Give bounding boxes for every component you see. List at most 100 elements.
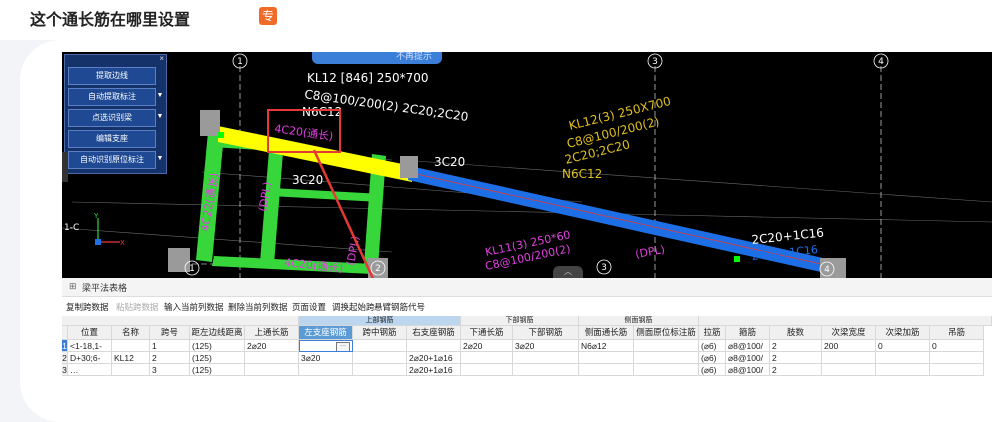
cell-side[interactable] xyxy=(579,352,634,364)
cell-left-support[interactable] xyxy=(299,364,353,376)
column-header[interactable]: 侧面原位标注筋 xyxy=(634,326,699,340)
column-header[interactable]: 上通长筋 xyxy=(245,326,299,340)
chevron-down-icon[interactable]: ▼ xyxy=(155,151,165,167)
cell-tie[interactable]: (⌀6) xyxy=(699,352,726,364)
cell-hanger[interactable] xyxy=(930,352,984,364)
copy-span-button[interactable]: 复制跨数据 xyxy=(66,301,109,313)
column-header[interactable]: 位置 xyxy=(68,326,112,340)
cell-side-orig[interactable] xyxy=(634,340,699,352)
cell-mid-span[interactable] xyxy=(353,340,407,352)
edit-support-button[interactable]: 编辑支座 xyxy=(68,130,156,148)
cell-name[interactable] xyxy=(112,364,150,376)
cell-position[interactable]: D+30;6- xyxy=(68,352,112,364)
column-header[interactable]: 次梁加筋 xyxy=(876,326,930,340)
group-header-side-rebar: 侧面钢筋 xyxy=(579,316,699,326)
cell-stirrup[interactable]: ⌀8@100/ xyxy=(726,352,770,364)
cell-position[interactable]: … xyxy=(68,364,112,376)
cell-bottom[interactable] xyxy=(513,364,579,376)
collapse-tab[interactable]: ︿ xyxy=(553,266,583,278)
screenshot-app: 1 3 4 1 2 3 4 1-C Y X KL12 [846] 250*700… xyxy=(62,52,992,422)
cell-tie[interactable]: (⌀6) xyxy=(699,364,726,376)
cell-bottom-continuous[interactable] xyxy=(461,364,513,376)
swap-start-span-button[interactable]: 调换起始跨 xyxy=(332,301,375,313)
cell-distance[interactable]: (125) xyxy=(190,352,245,364)
cell-hanger[interactable] xyxy=(930,364,984,376)
cell-bottom-continuous[interactable] xyxy=(461,352,513,364)
cell-distance[interactable]: (125) xyxy=(190,364,245,376)
cantilever-code-button[interactable]: 悬臂钢筋代号 xyxy=(374,301,425,313)
cell-right-support[interactable]: 2⌀20+1⌀16 xyxy=(407,352,461,364)
cell-span[interactable]: 3 xyxy=(150,364,190,376)
chevron-down-icon[interactable]: ▼ xyxy=(155,88,165,104)
cell-span[interactable]: 2 xyxy=(150,352,190,364)
pick-beam-button[interactable]: 点选识别梁 xyxy=(68,109,156,127)
cell-secondary-width[interactable] xyxy=(822,364,876,376)
auto-extract-label-button[interactable]: 自动提取标注 xyxy=(68,88,156,106)
cell-span[interactable]: 1 xyxy=(150,340,190,352)
cell-stirrup[interactable]: ⌀8@100/ xyxy=(726,340,770,352)
cell-legs[interactable]: 2 xyxy=(770,352,822,364)
cell-bottom[interactable]: 3⌀20 xyxy=(513,340,579,352)
cell-side-orig[interactable] xyxy=(634,364,699,376)
axis-label: 4 xyxy=(878,57,884,67)
axis-label: 1 xyxy=(237,57,243,67)
cell-bottom[interactable] xyxy=(513,352,579,364)
cell-distance[interactable]: (125) xyxy=(190,340,245,352)
column-header[interactable]: 次梁宽度 xyxy=(822,326,876,340)
column-header[interactable]: 侧面通长筋 xyxy=(579,326,634,340)
cell-mid-span[interactable] xyxy=(353,352,407,364)
column-header[interactable]: 拉筋 xyxy=(699,326,726,340)
cell-hanger[interactable]: 0 xyxy=(930,340,984,352)
cell-legs[interactable]: 2 xyxy=(770,340,822,352)
cad-viewport[interactable]: 1 3 4 1 2 3 4 1-C Y X KL12 [846] 250*700… xyxy=(62,52,992,278)
cell-secondary-width[interactable] xyxy=(822,352,876,364)
page-setup-button[interactable]: 页面设置 xyxy=(292,301,326,313)
cell-stirrup[interactable]: ⌀8@100/ xyxy=(726,364,770,376)
column-header[interactable]: 肢数 xyxy=(770,326,822,340)
cell-side-orig[interactable] xyxy=(634,352,699,364)
column-header[interactable]: 下部钢筋 xyxy=(513,326,579,340)
notice-banner[interactable]: 不再提示 xyxy=(312,52,442,64)
cell-position[interactable]: <1-18,1- xyxy=(68,340,112,352)
cell-secondary-width[interactable]: 200 xyxy=(822,340,876,352)
cell-left-support-editing[interactable]: ··· xyxy=(299,340,353,352)
paste-span-button[interactable]: 粘贴跨数据 xyxy=(116,301,159,313)
cell-name[interactable]: KL12 xyxy=(112,352,150,364)
cell-side[interactable]: N6⌀12 xyxy=(579,340,634,352)
cell-mid-span[interactable] xyxy=(353,364,407,376)
cell-top-continuous[interactable] xyxy=(245,352,299,364)
column-header[interactable]: 右支座钢筋 xyxy=(407,326,461,340)
delete-column-button[interactable]: 删除当前列数据 xyxy=(228,301,288,313)
cell-top-continuous[interactable]: 2⌀20 xyxy=(245,340,299,352)
beam-annotation: N6C12 xyxy=(302,105,342,119)
column-header[interactable]: 吊筋 xyxy=(930,326,984,340)
cell-top-continuous[interactable] xyxy=(245,364,299,376)
cell-secondary-add[interactable] xyxy=(876,352,930,364)
column-header[interactable]: 名称 xyxy=(112,326,150,340)
cell-right-support[interactable]: 2⌀20+1⌀16 xyxy=(407,364,461,376)
cell-legs[interactable]: 2 xyxy=(770,364,822,376)
cell-tie[interactable]: (⌀6) xyxy=(699,340,726,352)
cell-secondary-add[interactable] xyxy=(876,364,930,376)
panel-grip[interactable] xyxy=(62,152,68,182)
input-column-button[interactable]: 输入当前列数据 xyxy=(164,301,224,313)
close-icon[interactable]: × xyxy=(159,54,164,63)
column-header[interactable]: 箍筋 xyxy=(726,326,770,340)
cell-secondary-add[interactable]: 0 xyxy=(876,340,930,352)
extract-edge-button[interactable]: 提取边线 xyxy=(68,67,156,85)
chevron-down-icon[interactable]: ▼ xyxy=(155,109,165,125)
table-toolbar: 复制跨数据 粘贴跨数据 输入当前列数据 删除当前列数据 页面设置 调换起始跨 悬… xyxy=(62,298,992,314)
cell-name[interactable] xyxy=(112,340,150,352)
cell-left-support[interactable]: 3⌀20 xyxy=(299,352,353,364)
cell-right-support[interactable] xyxy=(407,340,461,352)
column-header[interactable]: 跨号 xyxy=(150,326,190,340)
column-header[interactable]: 跨中钢筋 xyxy=(353,326,407,340)
column-header[interactable]: 距左边线距离 xyxy=(190,326,245,340)
cell-side[interactable] xyxy=(579,364,634,376)
auto-identify-in-situ-button[interactable]: 自动识别原位标注 xyxy=(68,151,156,169)
column-header-selected[interactable]: 左支座钢筋 xyxy=(299,326,353,340)
pin-icon[interactable]: ⊞ xyxy=(69,281,77,292)
more-icon[interactable]: ··· xyxy=(336,342,350,351)
column-header[interactable]: 下通长筋 xyxy=(461,326,513,340)
cell-bottom-continuous[interactable]: 2⌀20 xyxy=(461,340,513,352)
